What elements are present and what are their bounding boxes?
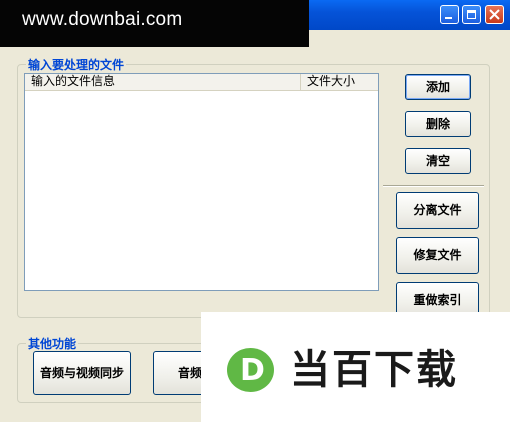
maximize-button[interactable]: [462, 5, 481, 24]
maximize-icon: [467, 10, 476, 19]
add-button[interactable]: 添加: [405, 74, 471, 100]
split-file-button[interactable]: 分离文件: [396, 192, 479, 229]
logo-watermark: D 当百下载: [201, 312, 510, 422]
column-file-info[interactable]: 输入的文件信息: [25, 74, 301, 90]
minimize-button[interactable]: [440, 5, 459, 24]
logo-text: 当百下载: [290, 347, 458, 393]
close-icon: [489, 9, 500, 20]
file-list[interactable]: 输入的文件信息 文件大小: [24, 73, 379, 291]
button-separator: [383, 185, 484, 187]
logo-mark-letter: D: [240, 353, 265, 388]
file-list-header: 输入的文件信息 文件大小: [25, 74, 378, 91]
app-window: www.downbai.com 输入要处理的文件 输入的文件信息 文件大小 添加…: [0, 0, 510, 422]
input-files-legend: 输入要处理的文件: [26, 58, 127, 72]
column-file-size[interactable]: 文件大小: [301, 74, 377, 90]
logo-mark: D: [227, 348, 274, 392]
delete-button[interactable]: 删除: [405, 111, 471, 137]
close-button[interactable]: [485, 5, 504, 24]
repair-file-button[interactable]: 修复文件: [396, 237, 479, 274]
av-sync-button[interactable]: 音频与视频同步: [33, 351, 131, 395]
clear-button[interactable]: 清空: [405, 148, 471, 174]
watermark-banner: www.downbai.com: [0, 0, 309, 47]
watermark-text: www.downbai.com: [22, 9, 183, 30]
other-functions-legend: 其他功能: [26, 337, 79, 351]
minimize-icon: [445, 17, 452, 19]
